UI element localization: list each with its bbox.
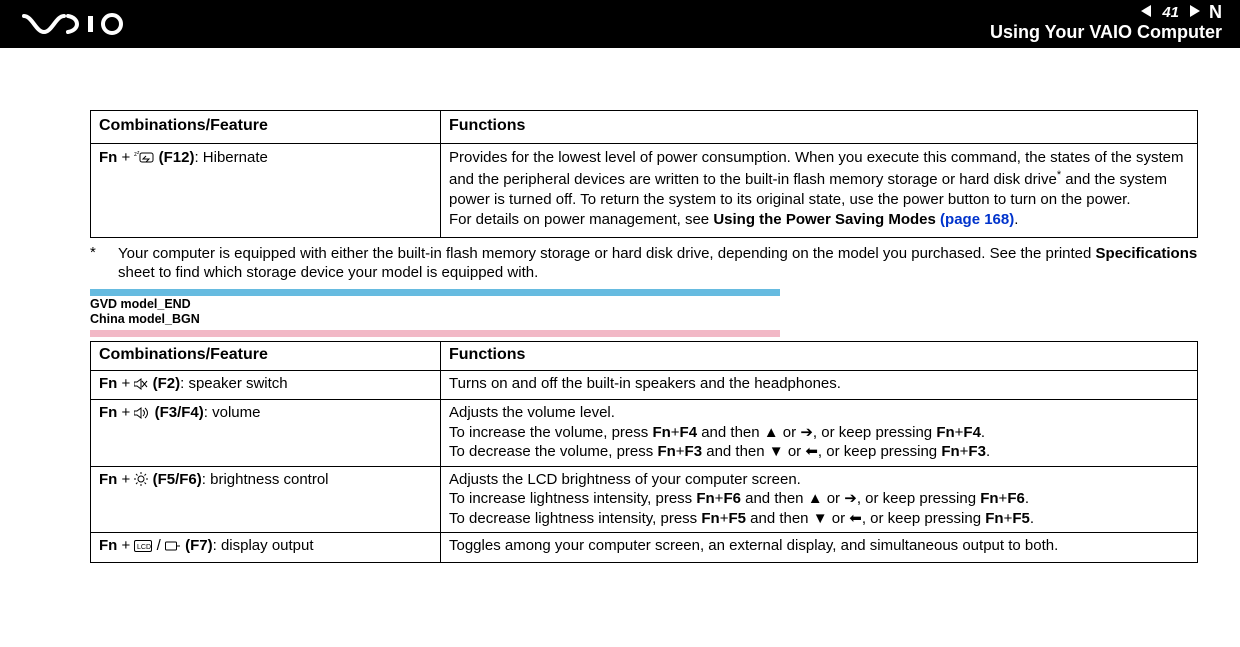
page-link[interactable]: (page 168)	[940, 211, 1014, 228]
cell-left: Fn + LCD / (F7): display output	[91, 533, 441, 563]
table-row: Fn + (F3/F4): volume Adjusts the volume …	[91, 400, 1198, 467]
page-number: 41	[1160, 4, 1181, 21]
cell-right: Adjusts the LCD brightness of your compu…	[441, 466, 1198, 533]
col-header-right: Functions	[441, 111, 1198, 144]
cell-left: Fn + (F5/F6): brightness control	[91, 466, 441, 533]
col-header-left: Combinations/Feature	[91, 341, 441, 370]
model-end: GVD model_END	[90, 297, 1198, 313]
fn-table-2: Combinations/Feature Functions Fn + (F2)…	[90, 341, 1198, 563]
cell-right: Adjusts the volume level. To increase th…	[441, 400, 1198, 467]
hibernate-icon: zz	[134, 150, 154, 170]
nav-n-icon: N	[1209, 2, 1222, 23]
col-header-right: Functions	[441, 341, 1198, 370]
cell-right: Toggles among your computer screen, an e…	[441, 533, 1198, 563]
page-header: 41 N Using Your VAIO Computer	[0, 0, 1240, 48]
arrow-up-icon: ▲	[764, 424, 779, 441]
footnote: * Your computer is equipped with either …	[90, 244, 1198, 283]
cell-right: Provides for the lowest level of power c…	[441, 143, 1198, 237]
fn-label: Fn	[99, 149, 117, 166]
vaio-logo	[22, 10, 142, 38]
volume-icon	[134, 405, 150, 425]
svg-text:LCD: LCD	[137, 544, 151, 551]
col-header-left: Combinations/Feature	[91, 111, 441, 144]
fn-table-1: Combinations/Feature Functions Fn + zz (…	[90, 110, 1198, 238]
content-area: Combinations/Feature Functions Fn + zz (…	[0, 110, 1240, 573]
arrow-left-icon: ⬅	[805, 443, 818, 460]
table-row: Fn + (F2): speaker switch Turns on and o…	[91, 370, 1198, 400]
arrow-left-icon[interactable]	[1140, 4, 1154, 21]
model-labels: GVD model_END China model_BGN	[90, 297, 1198, 328]
brightness-icon	[134, 472, 148, 492]
table-row: Fn + zz (F12): Hibernate Provides for th…	[91, 143, 1198, 237]
table-row: Fn + LCD / (F7): display output Toggles …	[91, 533, 1198, 563]
display-icon	[165, 538, 181, 558]
cell-left: Fn + (F3/F4): volume	[91, 400, 441, 467]
pink-bar	[90, 330, 780, 337]
footnote-text: Your computer is equipped with either th…	[118, 244, 1198, 283]
arrow-right-icon[interactable]	[1187, 4, 1201, 21]
table-row: Fn + (F5/F6): brightness control Adjusts…	[91, 466, 1198, 533]
footnote-ast: *	[90, 244, 118, 283]
arrow-up-icon: ▲	[808, 490, 823, 507]
arrow-right-icon: ➔	[800, 424, 813, 441]
cell-right: Turns on and off the built-in speakers a…	[441, 370, 1198, 400]
nav-arrows: 41 N	[1140, 2, 1222, 23]
model-bgn: China model_BGN	[90, 312, 1198, 328]
cell-left: Fn + (F2): speaker switch	[91, 370, 441, 400]
page-title: Using Your VAIO Computer	[990, 22, 1222, 43]
arrow-left-icon: ⬅	[849, 510, 862, 527]
arrow-right-icon: ➔	[844, 490, 857, 507]
cell-left: Fn + zz (F12): Hibernate	[91, 143, 441, 237]
blue-bar	[90, 289, 780, 296]
lcd-icon: LCD	[134, 538, 152, 558]
mute-icon	[134, 376, 148, 396]
arrow-down-icon: ▼	[813, 510, 828, 527]
arrow-down-icon: ▼	[769, 443, 784, 460]
